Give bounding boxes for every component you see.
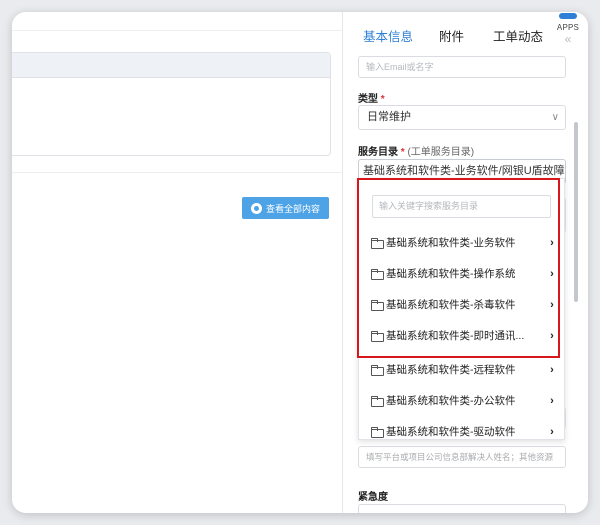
folder-icon [371, 364, 384, 376]
folder-icon [371, 395, 384, 407]
catalog-item[interactable]: 基础系统和软件类-办公软件 › [359, 385, 564, 416]
chevron-right-icon[interactable]: › [542, 299, 562, 311]
side-tabs: 基本信息 附件 工单动态 APPS « [343, 12, 588, 54]
chevron-right-icon[interactable]: › [542, 395, 562, 407]
service-catalog-hint: (工单服务目录) [407, 147, 475, 158]
folder-icon [371, 299, 384, 311]
ticket-main-area: 查看全部内容 [12, 12, 342, 513]
panel-scrollbar[interactable] [574, 122, 578, 302]
double-chevron-left-icon[interactable]: « [565, 33, 572, 45]
service-catalog-label: 服务目录 * (工单服务目录) [358, 147, 475, 158]
type-value: 日常维护 [367, 111, 411, 123]
chevron-right-icon[interactable]: › [542, 237, 562, 249]
chevron-right-icon[interactable]: › [542, 364, 562, 376]
tab-activity[interactable]: 工单动态 [493, 26, 543, 45]
chevron-down-icon: ∨ [551, 112, 559, 123]
apps-toggle[interactable]: APPS « [554, 12, 582, 54]
chevron-right-icon[interactable]: › [542, 268, 562, 280]
folder-icon [371, 237, 384, 249]
divider [12, 30, 342, 31]
catalog-item[interactable]: 基础系统和软件类-操作系统 › [359, 258, 564, 289]
urgency-select[interactable] [358, 504, 566, 513]
catalog-search-input[interactable]: 输入关键字搜索服务目录 [372, 195, 551, 218]
catalog-item[interactable]: 基础系统和软件类-业务软件 › [359, 227, 564, 258]
description-editor[interactable] [12, 52, 331, 156]
apps-label: APPS [556, 23, 580, 32]
folder-icon [371, 426, 384, 438]
folder-icon [371, 268, 384, 280]
view-all-label: 查看全部内容 [265, 203, 320, 214]
catalog-item[interactable]: 基础系统和软件类-远程软件 › [359, 354, 564, 385]
catalog-item[interactable]: 基础系统和软件类-杀毒软件 › [359, 289, 564, 320]
urgency-label: 紧急度 [358, 492, 388, 503]
tab-attachments[interactable]: 附件 [439, 26, 464, 45]
type-select[interactable]: 日常维护 ∨ [358, 105, 566, 130]
chevron-right-icon[interactable]: › [542, 330, 562, 342]
resolver-input[interactable]: 填写平台或项目公司信息部解决人姓名；其他资源 [358, 446, 566, 468]
divider [12, 172, 342, 173]
folder-icon [371, 330, 384, 342]
editor-toolbar [12, 53, 330, 78]
tab-basic-info[interactable]: 基本信息 [363, 26, 413, 45]
required-marker: * [380, 94, 385, 105]
assignee-input[interactable]: 输入Email或名字 [358, 56, 566, 78]
required-marker: * [400, 147, 405, 158]
service-catalog-dropdown: 输入关键字搜索服务目录 基础系统和软件类-业务软件 › 基础系统和软件类-操作系… [358, 178, 565, 440]
catalog-item[interactable]: 基础系统和软件类-即时通讯... › [359, 320, 564, 351]
chevron-right-icon[interactable]: › [542, 426, 562, 438]
apps-indicator [559, 13, 577, 19]
catalog-item[interactable]: 基础系统和软件类-驱动软件 › [359, 416, 564, 439]
eye-icon [250, 202, 262, 214]
view-all-button[interactable]: 查看全部内容 [242, 197, 329, 219]
type-label: 类型 * [358, 94, 385, 105]
